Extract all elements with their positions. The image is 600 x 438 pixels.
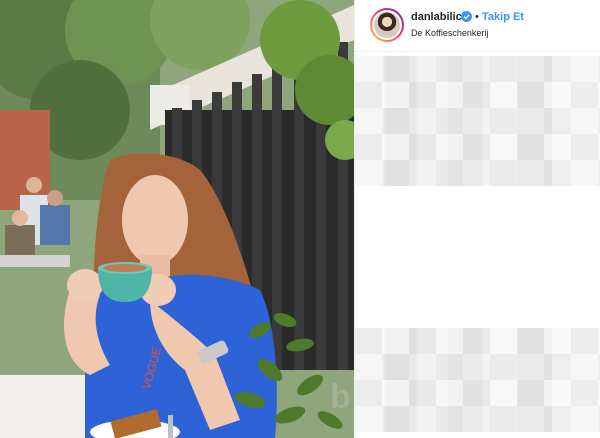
blurred-row (355, 56, 600, 82)
blurred-row (355, 406, 600, 432)
avatar-image (374, 12, 400, 38)
username-link[interactable]: danlabilic (411, 11, 462, 23)
post-photo-illustration: VOGUE (0, 0, 354, 438)
blurred-comments-bottom (355, 328, 600, 432)
post-side-panel: danlabilic • Takip Et De Koffieschenkeri… (354, 0, 600, 438)
blurred-row (355, 134, 600, 160)
blurred-row (355, 160, 600, 186)
profile-avatar[interactable] (370, 8, 404, 42)
location-link[interactable]: De Koffieschenkerij (411, 28, 488, 38)
blurred-row (355, 354, 600, 380)
blurred-row (355, 328, 600, 354)
blurred-row (355, 108, 600, 134)
separator-dot: • (475, 11, 479, 23)
blurred-row (355, 380, 600, 406)
follow-button[interactable]: Takip Et (482, 11, 524, 23)
avatar-ring (372, 10, 402, 40)
blurred-row (355, 82, 600, 108)
post-header: danlabilic • Takip Et De Koffieschenkeri… (355, 0, 600, 52)
post-photo: VOGUE (0, 0, 354, 438)
blurred-comments-top (355, 56, 600, 186)
verified-badge-icon (461, 11, 472, 22)
